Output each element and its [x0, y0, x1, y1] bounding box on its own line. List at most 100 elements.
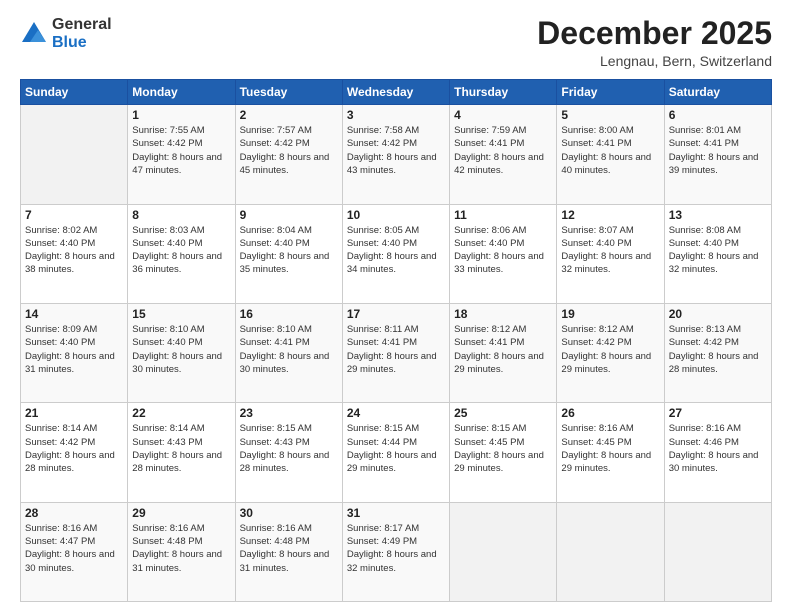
day-info: Sunrise: 8:15 AMSunset: 4:44 PMDaylight:… — [347, 422, 445, 475]
calendar-table: SundayMondayTuesdayWednesdayThursdayFrid… — [20, 79, 772, 602]
day-info: Sunrise: 8:16 AMSunset: 4:46 PMDaylight:… — [669, 422, 767, 475]
day-info: Sunrise: 8:04 AMSunset: 4:40 PMDaylight:… — [240, 224, 338, 277]
day-number: 2 — [240, 108, 338, 122]
day-cell: 5Sunrise: 8:00 AMSunset: 4:41 PMDaylight… — [557, 105, 664, 204]
day-info: Sunrise: 8:05 AMSunset: 4:40 PMDaylight:… — [347, 224, 445, 277]
day-cell: 6Sunrise: 8:01 AMSunset: 4:41 PMDaylight… — [664, 105, 771, 204]
day-number: 26 — [561, 406, 659, 420]
header: General Blue December 2025 Lengnau, Bern… — [20, 16, 772, 69]
day-cell: 4 Sunrise: 7:59 AMSunset: 4:41 PMDaylight… — [450, 105, 557, 204]
weekday-saturday: Saturday — [664, 80, 771, 105]
day-info: Sunrise: 8:02 AMSunset: 4:40 PMDaylight:… — [25, 224, 123, 277]
day-number: 25 — [454, 406, 552, 420]
weekday-header-row: SundayMondayTuesdayWednesdayThursdayFrid… — [21, 80, 772, 105]
day-info: Sunrise: 8:12 AMSunset: 4:42 PMDaylight:… — [561, 323, 659, 376]
week-row-3: 14Sunrise: 8:09 AMSunset: 4:40 PMDayligh… — [21, 303, 772, 402]
day-cell: 31Sunrise: 8:17 AMSunset: 4:49 PMDayligh… — [342, 502, 449, 601]
weekday-tuesday: Tuesday — [235, 80, 342, 105]
day-cell: 9Sunrise: 8:04 AMSunset: 4:40 PMDaylight… — [235, 204, 342, 303]
day-number: 30 — [240, 506, 338, 520]
day-info: Sunrise: 8:14 AMSunset: 4:43 PMDaylight:… — [132, 422, 230, 475]
day-number: 11 — [454, 208, 552, 222]
day-number: 12 — [561, 208, 659, 222]
day-info: Sunrise: 8:14 AMSunset: 4:42 PMDaylight:… — [25, 422, 123, 475]
week-row-2: 7 Sunrise: 8:02 AMSunset: 4:40 PMDaylight… — [21, 204, 772, 303]
day-number: 31 — [347, 506, 445, 520]
title-block: December 2025 Lengnau, Bern, Switzerland — [537, 16, 772, 69]
day-number: 18 — [454, 307, 552, 321]
day-number: 7 — [25, 208, 123, 222]
day-cell: 12 Sunrise: 8:07 AMSunset: 4:40 PMDayligh… — [557, 204, 664, 303]
day-cell: 11 Sunrise: 8:06 AMSunset: 4:40 PMDayligh… — [450, 204, 557, 303]
day-number: 17 — [347, 307, 445, 321]
day-cell: 21 Sunrise: 8:14 AMSunset: 4:42 PMDayligh… — [21, 403, 128, 502]
day-cell: 1 Sunrise: 7:55 AMSunset: 4:42 PMDaylight… — [128, 105, 235, 204]
day-info: Sunrise: 7:58 AMSunset: 4:42 PMDaylight:… — [347, 124, 445, 177]
day-info: Sunrise: 8:16 AMSunset: 4:48 PMDaylight:… — [240, 522, 338, 575]
day-info: Sunrise: 8:11 AMSunset: 4:41 PMDaylight:… — [347, 323, 445, 376]
day-info: Sunrise: 7:59 AMSunset: 4:41 PMDaylight:… — [454, 124, 552, 177]
day-cell: 22 Sunrise: 8:14 AMSunset: 4:43 PMDayligh… — [128, 403, 235, 502]
day-info: Sunrise: 8:15 AMSunset: 4:45 PMDaylight:… — [454, 422, 552, 475]
day-number: 21 — [25, 406, 123, 420]
day-info: Sunrise: 8:13 AMSunset: 4:42 PMDaylight:… — [669, 323, 767, 376]
day-cell: 7 Sunrise: 8:02 AMSunset: 4:40 PMDaylight… — [21, 204, 128, 303]
day-cell — [664, 502, 771, 601]
day-number: 19 — [561, 307, 659, 321]
day-cell: 13 Sunrise: 8:08 AMSunset: 4:40 PMDayligh… — [664, 204, 771, 303]
logo-blue: Blue — [52, 34, 112, 52]
day-info: Sunrise: 8:12 AMSunset: 4:41 PMDaylight:… — [454, 323, 552, 376]
day-cell: 19 Sunrise: 8:12 AMSunset: 4:42 PMDayligh… — [557, 303, 664, 402]
day-info: Sunrise: 8:09 AMSunset: 4:40 PMDaylight:… — [25, 323, 123, 376]
day-info: Sunrise: 8:01 AMSunset: 4:41 PMDaylight:… — [669, 124, 767, 177]
day-cell: 27 Sunrise: 8:16 AMSunset: 4:46 PMDayligh… — [664, 403, 771, 502]
day-cell: 26Sunrise: 8:16 AMSunset: 4:45 PMDayligh… — [557, 403, 664, 502]
day-info: Sunrise: 8:06 AMSunset: 4:40 PMDaylight:… — [454, 224, 552, 277]
day-number: 22 — [132, 406, 230, 420]
day-cell: 23 Sunrise: 8:15 AMSunset: 4:43 PMDayligh… — [235, 403, 342, 502]
week-row-5: 28 Sunrise: 8:16 AMSunset: 4:47 PMDayligh… — [21, 502, 772, 601]
day-cell: 25 Sunrise: 8:15 AMSunset: 4:45 PMDayligh… — [450, 403, 557, 502]
day-number: 28 — [25, 506, 123, 520]
day-info: Sunrise: 8:16 AMSunset: 4:47 PMDaylight:… — [25, 522, 123, 575]
day-number: 1 — [132, 108, 230, 122]
day-number: 27 — [669, 406, 767, 420]
day-number: 24 — [347, 406, 445, 420]
day-cell — [557, 502, 664, 601]
day-cell: 24 Sunrise: 8:15 AMSunset: 4:44 PMDayligh… — [342, 403, 449, 502]
day-info: Sunrise: 7:57 AMSunset: 4:42 PMDaylight:… — [240, 124, 338, 177]
day-number: 23 — [240, 406, 338, 420]
day-cell: 18 Sunrise: 8:12 AMSunset: 4:41 PMDayligh… — [450, 303, 557, 402]
day-info: Sunrise: 8:16 AMSunset: 4:48 PMDaylight:… — [132, 522, 230, 575]
day-cell: 10Sunrise: 8:05 AMSunset: 4:40 PMDayligh… — [342, 204, 449, 303]
day-number: 13 — [669, 208, 767, 222]
day-number: 4 — [454, 108, 552, 122]
day-cell — [450, 502, 557, 601]
logo-general: General — [52, 16, 112, 34]
day-info: Sunrise: 8:08 AMSunset: 4:40 PMDaylight:… — [669, 224, 767, 277]
day-cell: 29 Sunrise: 8:16 AMSunset: 4:48 PMDayligh… — [128, 502, 235, 601]
logo-icon — [20, 20, 48, 48]
week-row-1: 1 Sunrise: 7:55 AMSunset: 4:42 PMDaylight… — [21, 105, 772, 204]
day-cell: 28 Sunrise: 8:16 AMSunset: 4:47 PMDayligh… — [21, 502, 128, 601]
day-number: 20 — [669, 307, 767, 321]
day-number: 15 — [132, 307, 230, 321]
day-number: 29 — [132, 506, 230, 520]
day-cell: 8Sunrise: 8:03 AMSunset: 4:40 PMDaylight… — [128, 204, 235, 303]
day-cell: 2 Sunrise: 7:57 AMSunset: 4:42 PMDaylight… — [235, 105, 342, 204]
weekday-monday: Monday — [128, 80, 235, 105]
weekday-thursday: Thursday — [450, 80, 557, 105]
day-number: 8 — [132, 208, 230, 222]
day-cell: 20 Sunrise: 8:13 AMSunset: 4:42 PMDayligh… — [664, 303, 771, 402]
day-info: Sunrise: 8:00 AMSunset: 4:41 PMDaylight:… — [561, 124, 659, 177]
day-info: Sunrise: 8:10 AMSunset: 4:41 PMDaylight:… — [240, 323, 338, 376]
day-info: Sunrise: 8:15 AMSunset: 4:43 PMDaylight:… — [240, 422, 338, 475]
day-info: Sunrise: 7:55 AMSunset: 4:42 PMDaylight:… — [132, 124, 230, 177]
day-info: Sunrise: 8:10 AMSunset: 4:40 PMDaylight:… — [132, 323, 230, 376]
day-cell: 16Sunrise: 8:10 AMSunset: 4:41 PMDayligh… — [235, 303, 342, 402]
day-info: Sunrise: 8:07 AMSunset: 4:40 PMDaylight:… — [561, 224, 659, 277]
weekday-friday: Friday — [557, 80, 664, 105]
calendar-page: General Blue December 2025 Lengnau, Bern… — [0, 0, 792, 612]
day-cell: 14Sunrise: 8:09 AMSunset: 4:40 PMDayligh… — [21, 303, 128, 402]
day-cell: 3Sunrise: 7:58 AMSunset: 4:42 PMDaylight… — [342, 105, 449, 204]
